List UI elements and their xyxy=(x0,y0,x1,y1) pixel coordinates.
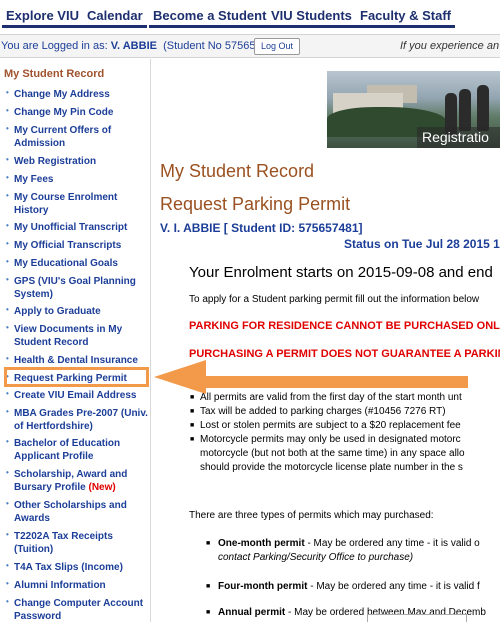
sidebar-item-bed-applicant-profile[interactable]: Bachelor of Education Applicant Profile xyxy=(6,435,148,463)
sidebar-item-create-email[interactable]: Create VIU Email Address xyxy=(6,387,148,402)
bullet-motorcycle-cont2: should provide the motorcycle license pl… xyxy=(200,462,463,473)
bullet-lost-stolen: Lost or stolen permits are subject to a … xyxy=(190,419,461,432)
sidebar-heading: My Student Record xyxy=(4,68,105,80)
permit-name: Four-month permit xyxy=(218,581,308,592)
page-subtitle: Request Parking Permit xyxy=(160,194,351,214)
notice-text: If you experience an xyxy=(400,40,500,52)
tab-viu-students[interactable]: VIU Students xyxy=(267,6,356,28)
new-badge: (New) xyxy=(88,482,116,493)
sidebar-item-mba-grades[interactable]: MBA Grades Pre-2007 (Univ. of Hertfordsh… xyxy=(6,405,148,433)
top-navigation: Explore VIU Calendar Become a Student VI… xyxy=(0,0,500,34)
sidebar-item-health-dental[interactable]: Health & Dental Insurance xyxy=(6,352,148,367)
permit-text: - May be ordered any time - it is valid … xyxy=(307,581,480,592)
permit-text: - May be ordered any time - it is valid … xyxy=(304,538,480,549)
sidebar-item-official-transcripts[interactable]: My Official Transcripts xyxy=(6,237,148,252)
user-name: V. ABBIE xyxy=(110,40,157,52)
login-status-text: You are Logged in as: V. ABBIE (Student … xyxy=(1,40,284,52)
login-prefix: You are Logged in as: xyxy=(1,40,108,52)
permit-four-month: Four-month permit - May be ordered any t… xyxy=(206,580,480,593)
student-id-line: V. I. ABBIE [ Student ID: 575657481] xyxy=(160,221,363,235)
sidebar-item-view-documents[interactable]: View Documents in My Student Record xyxy=(6,321,148,349)
highlight-box xyxy=(4,367,149,387)
tab-explore-viu[interactable]: Explore VIU xyxy=(2,6,83,28)
residence-warning: PARKING FOR RESIDENCE CANNOT BE PURCHASE… xyxy=(189,320,500,332)
permit-name: Annual permit xyxy=(218,607,286,618)
login-status-bar: You are Logged in as: V. ABBIE (Student … xyxy=(0,34,500,58)
sidebar-item-t4a[interactable]: T4A Tax Slips (Income) xyxy=(6,559,148,574)
sidebar-item-gps[interactable]: GPS (VIU's Goal Planning System) xyxy=(6,273,148,301)
banner-image: Registratio xyxy=(327,71,500,148)
sidebar-item-change-address[interactable]: Change My Address xyxy=(6,86,148,101)
enrolment-line: Your Enrolment starts on 2015-09-08 and … xyxy=(189,264,493,281)
banner-caption: Registratio xyxy=(417,127,500,148)
tab-faculty-staff[interactable]: Faculty & Staff xyxy=(356,6,456,28)
sidebar-item-change-pin[interactable]: Change My Pin Code xyxy=(6,104,148,119)
page-title: My Student Record xyxy=(160,161,315,181)
bullet-tax: Tax will be added to parking charges (#1… xyxy=(190,405,446,418)
sidebar-item-other-scholarships[interactable]: Other Scholarships and Awards xyxy=(6,497,148,525)
bullet-complete-all: Please complete ALL sections of the appl… xyxy=(190,377,461,390)
sidebar-item-change-password[interactable]: Change Computer Account Password xyxy=(6,595,148,622)
permit-types-intro: There are three types of permits which m… xyxy=(189,510,434,521)
guarantee-warning: PURCHASING A PERMIT DOES NOT GUARANTEE A… xyxy=(189,348,500,360)
sidebar: My Student Record Change My Address Chan… xyxy=(0,59,151,622)
tab-become-a-student[interactable]: Become a Student xyxy=(149,6,271,28)
sidebar-item-t2202a[interactable]: T2202A Tax Receipts (Tuition) xyxy=(6,528,148,556)
sidebar-item-educational-goals[interactable]: My Educational Goals xyxy=(6,255,148,270)
logout-button[interactable]: Log Out xyxy=(254,38,300,55)
permit-one-month-note: contact Parking/Security Office to purch… xyxy=(218,551,413,564)
sidebar-item-unofficial-transcript[interactable]: My Unofficial Transcript xyxy=(6,219,148,234)
sidebar-item-enrolment-history[interactable]: My Course Enrolment History xyxy=(6,189,148,217)
tab-calendar[interactable]: Calendar xyxy=(83,6,147,28)
sidebar-item-scholarship-profile[interactable]: Scholarship, Award and Bursary Profile (… xyxy=(6,466,148,494)
bullet-valid-from: All permits are valid from the first day… xyxy=(190,391,462,404)
permit-one-month: One-month permit - May be ordered any ti… xyxy=(206,537,480,550)
sidebar-item-apply-to-graduate[interactable]: Apply to Graduate xyxy=(6,303,148,318)
form-field[interactable] xyxy=(367,614,467,622)
permit-note: contact Parking/Security Office to purch… xyxy=(218,552,414,563)
sidebar-item-alumni-information[interactable]: Alumni Information xyxy=(6,577,148,592)
sidebar-item-current-offers[interactable]: My Current Offers of Admission xyxy=(6,122,148,150)
sidebar-item-my-fees[interactable]: My Fees xyxy=(6,171,148,186)
intro-text: To apply for a Student parking permit fi… xyxy=(189,294,480,305)
sidebar-item-web-registration[interactable]: Web Registration xyxy=(6,153,148,168)
bullet-motorcycle-cont1: motorcycle (but not both at the same tim… xyxy=(200,448,465,459)
permit-name: One-month permit xyxy=(218,538,305,549)
bullet-motorcycle: Motorcycle permits may only be used in d… xyxy=(190,433,461,446)
status-line: Status on Tue Jul 28 2015 13 xyxy=(344,237,500,251)
